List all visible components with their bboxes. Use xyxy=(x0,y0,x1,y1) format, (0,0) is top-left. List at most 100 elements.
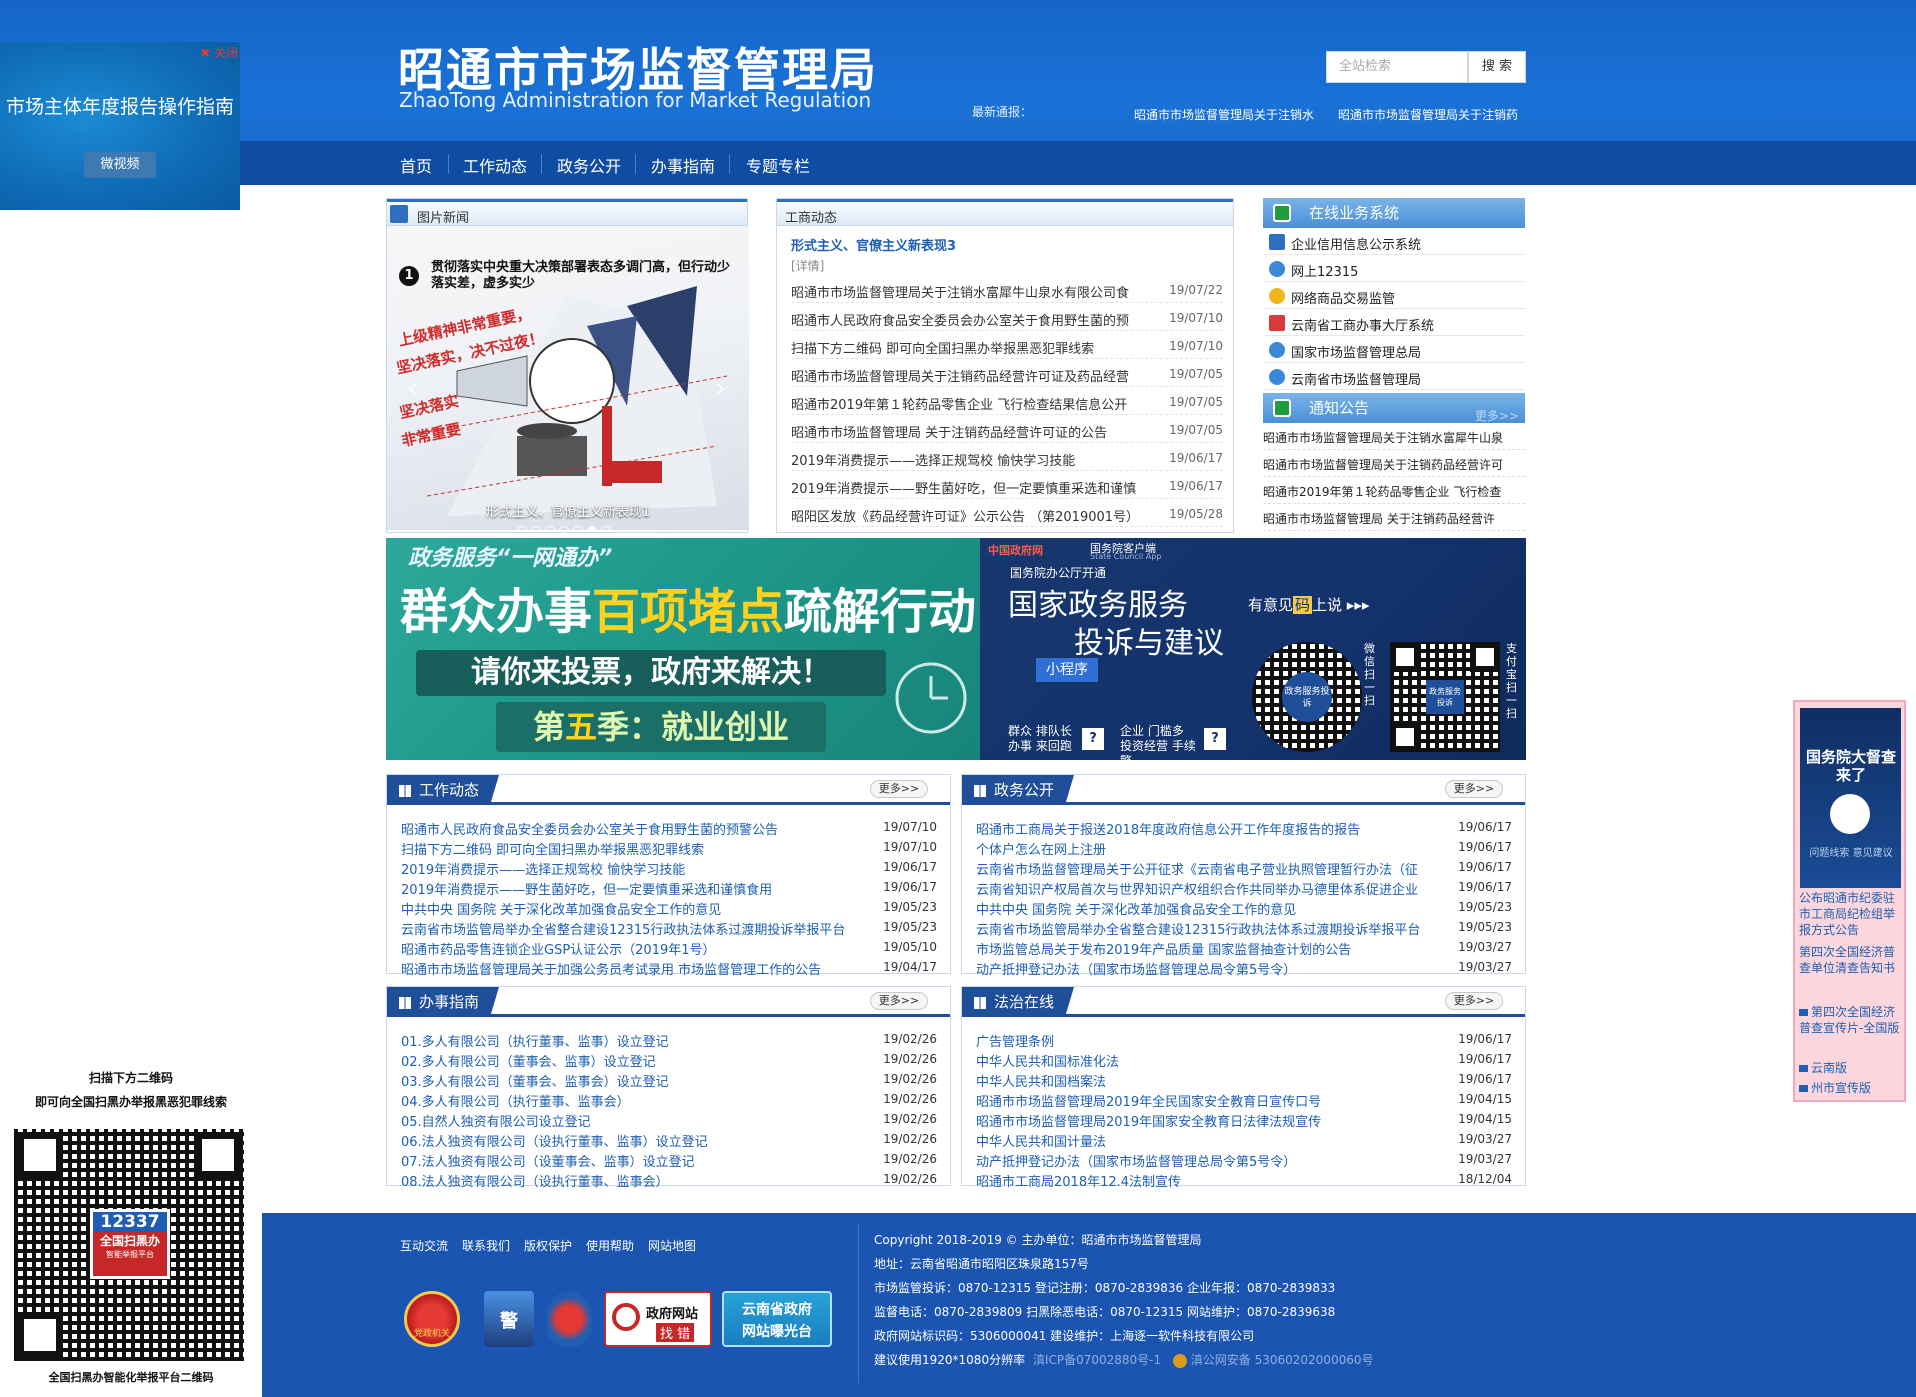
system-link[interactable]: 云南省市场监督管理局 xyxy=(1263,363,1525,390)
list-item[interactable]: 中共中央 国务院 关于深化改革加强食品安全工作的意见 19/05/23 xyxy=(976,897,1512,918)
list-item[interactable]: 中共中央 国务院 关于深化改革加强食品安全工作的意见 19/05/23 xyxy=(401,897,937,918)
footer-link-interact[interactable]: 互动交流 xyxy=(400,1237,448,1254)
list-item[interactable]: 昭通市药品零售连锁企业GSP认证公示（2019年1号） 19/05/10 xyxy=(401,937,937,958)
slide-next-icon[interactable]: › xyxy=(715,371,726,404)
news-item[interactable]: 昭通市市场监督管理局 关于注销药品经营许可证的公告 19/07/05 xyxy=(791,415,1223,443)
list-item[interactable]: 云南省市场监督管理局关于公开征求《云南省电子营业执照管理暂行办法（征 19/06/… xyxy=(976,857,1512,878)
list-item[interactable]: 昭通市市场监督管理局2019年全民国家安全教育日宣传口号 19/04/15 xyxy=(976,1089,1512,1110)
guide-tab[interactable]: 办事指南 xyxy=(387,987,499,1017)
yunnan-gov-exposure-badge[interactable]: 云南省政府 网站曝光台 xyxy=(722,1291,832,1347)
list-item[interactable]: 05.自然人独资有限公司设立登记 19/02/26 xyxy=(401,1109,937,1130)
list-item[interactable]: 昭通市市场监督管理局2019年国家安全教育日法律法规宣传 19/04/15 xyxy=(976,1109,1512,1130)
guide-more-button[interactable]: 更多>> xyxy=(870,992,928,1010)
police-record-link[interactable]: 滇公网安备 53060202000060号 xyxy=(1191,1353,1374,1367)
slide-dot[interactable] xyxy=(559,526,569,530)
footer-link-sitemap[interactable]: 网站地图 xyxy=(648,1237,696,1254)
float-link-census-notice[interactable]: 第四次全国经济普查单位清查告知书 xyxy=(1799,944,1903,976)
list-item[interactable]: 云南省市场监管局举办全省整合建设12315行政执法体系过渡期投诉举报平台 19/0… xyxy=(976,917,1512,938)
float-link-discipline[interactable]: 公布昭通市纪委驻市工商局纪检组举报方式公告 xyxy=(1799,890,1903,938)
list-item[interactable]: 云南省市场监管局举办全省整合建设12315行政执法体系过渡期投诉举报平台 19/0… xyxy=(401,917,937,938)
list-item[interactable]: 中华人民共和国档案法 19/06/17 xyxy=(976,1069,1512,1090)
list-item[interactable]: 04.多人有限公司（执行董事、监事会） 19/02/26 xyxy=(401,1089,937,1110)
icp-link[interactable]: 滇ICP备07002880号-1 xyxy=(1033,1353,1161,1367)
list-item[interactable]: 动产抵押登记办法（国家市场监督管理总局令第5号令） 19/03/27 xyxy=(976,1149,1512,1170)
footer-link-copyright[interactable]: 版权保护 xyxy=(524,1237,572,1254)
gov-site-find-error-badge[interactable]: 政府网站 找 错 xyxy=(604,1291,712,1347)
report-qr-float[interactable]: 扫描下方二维码 即可向全国扫黑办举报黑恶犯罪线索 12337 全国扫黑办 智能举… xyxy=(0,1059,262,1397)
list-item[interactable]: 2019年消费提示——选择正规驾校 愉快学习技能 19/06/17 xyxy=(401,857,937,878)
notice-item[interactable]: 昭通市2019年第１轮药品零售企业 飞行检查 xyxy=(1263,477,1525,504)
law-more-button[interactable]: 更多>> xyxy=(1445,992,1503,1010)
micro-video-button[interactable]: 微视频 xyxy=(84,152,156,178)
slide-dot[interactable] xyxy=(601,526,611,530)
nav-guide[interactable]: 办事指南 xyxy=(651,153,715,177)
list-item[interactable]: 06.法人独资有限公司（设执行董事、监事）设立登记 19/02/26 xyxy=(401,1129,937,1150)
system-link[interactable]: 企业信用信息公示系统 xyxy=(1263,228,1525,255)
ticker-item[interactable]: 昭通市市场监督管理局关于注销药 xyxy=(1338,106,1518,123)
list-item[interactable]: 03.多人有限公司（董事会、监事会）设立登记 19/02/26 xyxy=(401,1069,937,1090)
float-link-census-video[interactable]: 第四次全国经济普查宣传片-全国版 xyxy=(1799,1004,1903,1036)
news-item[interactable]: 昭通市市场监督管理局关于注销药品经营许可证及药品经营 19/07/05 xyxy=(791,359,1223,387)
slide-dot[interactable] xyxy=(573,526,583,530)
list-item[interactable]: 个体户怎么在网上注册 19/06/17 xyxy=(976,837,1512,858)
gov-open-more-button[interactable]: 更多>> xyxy=(1445,780,1503,798)
nav-home[interactable]: 首页 xyxy=(400,153,432,177)
floating-ad-left[interactable]: ✖ 关闭 市场主体年度报告操作指南 微视频 xyxy=(0,42,240,210)
slide-dot[interactable] xyxy=(517,526,527,530)
system-link[interactable]: 国家市场监督管理总局 xyxy=(1263,336,1525,363)
banner-gov-complaints[interactable]: 中国政府网 国务院客户端 State Council App 国务院办公厅开通 … xyxy=(980,538,1526,760)
nav-gov-open[interactable]: 政务公开 xyxy=(557,153,621,177)
list-item[interactable]: 02.多人有限公司（董事会、监事）设立登记 19/02/26 xyxy=(401,1049,937,1070)
gov-open-tab[interactable]: 政务公开 xyxy=(962,775,1074,805)
system-link[interactable]: 网上12315 xyxy=(1263,255,1525,282)
list-item[interactable]: 动产抵押登记办法（国家市场监督管理总局令第5号令） 19/03/27 xyxy=(976,957,1512,978)
list-item[interactable]: 云南省知识产权局首次与世界知识产权组织合作共同举办马德里体系促进企业 19/06/… xyxy=(976,877,1512,898)
list-item[interactable]: 2019年消费提示——野生菌好吃，但一定要慎重采选和谨慎食用 19/06/17 xyxy=(401,877,937,898)
news-item[interactable]: 昭通市市场监督管理局关于注销水富犀牛山泉水有限公司食 19/07/22 xyxy=(791,275,1223,303)
list-item[interactable]: 01.多人有限公司（执行董事、监事）设立登记 19/02/26 xyxy=(401,1029,937,1050)
list-item[interactable]: 中华人民共和国标准化法 19/06/17 xyxy=(976,1049,1512,1070)
slide-prev-icon[interactable]: ‹ xyxy=(407,371,418,404)
list-item[interactable]: 昭通市工商局关于报送2018年度政府信息公开工作年度报告的报告 19/06/17 xyxy=(976,817,1512,838)
work-news-tab[interactable]: 工作动态 xyxy=(387,775,499,805)
cyber-police-badge[interactable]: 警 xyxy=(484,1291,534,1347)
list-item[interactable]: 市场监管总局关于发布2019年产品质量 国家监督抽查计划的公告 19/03/27 xyxy=(976,937,1512,958)
notice-item[interactable]: 昭通市市场监督管理局关于注销水富犀牛山泉 xyxy=(1263,423,1525,450)
nav-special[interactable]: 专题专栏 xyxy=(746,153,810,177)
news-item[interactable]: 2019年消费提示——选择正规驾校 愉快学习技能 19/06/17 xyxy=(791,443,1223,471)
photo-slide[interactable]: 1 贯彻落实中央重大决策部署表态多调门高，但行动少落实差，虚多实少 上级精神非常… xyxy=(387,226,749,530)
news-item[interactable]: 扫描下方二维码 即可向全国扫黑办举报黑恶犯罪线索 19/07/10 xyxy=(791,331,1223,359)
nav-work-news[interactable]: 工作动态 xyxy=(463,153,527,177)
footer-link-contact[interactable]: 联系我们 xyxy=(462,1237,510,1254)
police-shield-badge[interactable] xyxy=(546,1291,592,1347)
detail-link[interactable]: [详情] xyxy=(791,257,824,274)
list-item[interactable]: 08.法人独资有限公司（设执行董事、监事会） 19/02/26 xyxy=(401,1169,937,1190)
list-item[interactable]: 昭通市人民政府食品安全委员会办公室关于食用野生菌的预警公告 19/07/10 xyxy=(401,817,937,838)
law-tab[interactable]: 法治在线 xyxy=(962,987,1074,1017)
slide-caption[interactable]: 形式主义、官僚主义新表现1 xyxy=(387,501,749,520)
news-item[interactable]: 昭通市2019年第１轮药品零售企业 飞行检查结果信息公开 19/07/05 xyxy=(791,387,1223,415)
float-link-yunnan[interactable]: 云南版 xyxy=(1799,1060,1903,1076)
search-button[interactable]: 搜 索 xyxy=(1468,51,1526,83)
news-item[interactable]: 2019年消费提示——野生菌好吃，但一定要慎重采选和谨慎 19/06/17 xyxy=(791,471,1223,499)
ticker-item[interactable]: 昭通市市场监督管理局关于注销水 xyxy=(1134,106,1314,123)
news-item[interactable]: 昭通市人民政府食品安全委员会办公室关于食用野生菌的预 19/07/10 xyxy=(791,303,1223,331)
footer-link-help[interactable]: 使用帮助 xyxy=(586,1237,634,1254)
news-item[interactable]: 昭阳区发放《药品经营许可证》公示公告 （第2019001号） 19/05/28 xyxy=(791,499,1223,527)
list-item[interactable]: 昭通市工商局2018年12.4法制宣传 18/12/04 xyxy=(976,1169,1512,1190)
party-gov-badge[interactable]: 党政机关 xyxy=(404,1291,460,1347)
slide-dot[interactable] xyxy=(587,526,597,530)
search-input[interactable]: 全站检索 xyxy=(1326,51,1468,83)
notice-item[interactable]: 昭通市市场监督管理局 关于注销药品经营许 xyxy=(1263,504,1525,531)
list-item[interactable]: 扫描下方二维码 即可向全国扫黑办举报黑恶犯罪线索 19/07/10 xyxy=(401,837,937,858)
slide-dot[interactable] xyxy=(531,526,541,530)
list-item[interactable]: 中华人民共和国计量法 19/03/27 xyxy=(976,1129,1512,1150)
system-link[interactable]: 网络商品交易监管 xyxy=(1263,282,1525,309)
work-news-more-button[interactable]: 更多>> xyxy=(870,780,928,798)
system-link[interactable]: 云南省工商办事大厅系统 xyxy=(1263,309,1525,336)
close-button[interactable]: ✖ 关闭 xyxy=(200,44,238,61)
inspection-poster[interactable]: 国务院大督查来了 问题线索 意见建议 xyxy=(1800,708,1901,888)
slide-dot[interactable] xyxy=(545,526,555,530)
featured-news[interactable]: 形式主义、官僚主义新表现3 xyxy=(791,235,956,254)
float-link-city[interactable]: 州市宣传版 xyxy=(1799,1080,1903,1096)
